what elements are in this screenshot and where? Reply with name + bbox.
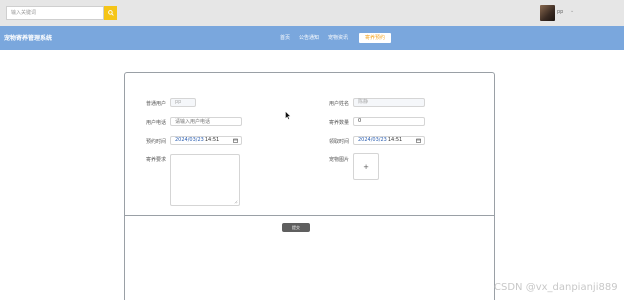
pickup-time-field[interactable]: 2024/03/23 14:51 — [353, 136, 425, 145]
resize-handle-icon[interactable] — [234, 200, 238, 204]
submit-button[interactable]: 提交 — [282, 223, 310, 232]
form-divider — [124, 215, 495, 216]
nav-item-booking[interactable]: 寄养预约 — [359, 33, 392, 43]
pickup-time-label: 领取时间 — [329, 139, 350, 145]
quantity-label: 寄养数量 — [329, 120, 350, 126]
appoint-date-value: 2024/03/23 — [175, 137, 204, 143]
chevron-down-icon[interactable]: ⌄ — [570, 8, 574, 14]
brand-title: 宠物寄养管理系统 — [4, 35, 53, 42]
account-label: 普通用户 — [146, 101, 167, 107]
photo-upload[interactable]: + — [353, 153, 379, 180]
search-box — [6, 6, 117, 20]
pickup-date-value: 2024/03/23 — [358, 137, 387, 143]
search-input[interactable] — [6, 6, 104, 20]
username[interactable]: pp — [557, 9, 563, 15]
account-field[interactable]: pp — [170, 98, 196, 107]
calendar-icon[interactable] — [233, 138, 238, 143]
pet-photo-label: 宠物图片 — [329, 157, 350, 163]
search-icon — [107, 10, 114, 16]
top-bar: pp ⌄ — [0, 0, 624, 26]
main-nav: 首页 公告通知 宠物资讯 寄养预约 — [280, 32, 400, 44]
phone-field[interactable] — [170, 117, 242, 126]
name-label: 用户姓名 — [329, 101, 350, 107]
search-button[interactable] — [104, 6, 117, 20]
nav-item-home[interactable]: 首页 — [280, 32, 290, 44]
nav-item-notices[interactable]: 公告通知 — [299, 32, 319, 44]
mouse-cursor-icon — [285, 111, 291, 120]
appoint-time-value: 14:51 — [204, 137, 220, 143]
appoint-time-label: 预约时间 — [146, 139, 167, 145]
requirements-textarea[interactable] — [170, 154, 240, 206]
nav-item-news[interactable]: 宠物资讯 — [328, 32, 348, 44]
requirements-label: 寄养要求 — [146, 157, 167, 163]
appoint-time-field[interactable]: 2024/03/23 14:51 — [170, 136, 242, 145]
phone-label: 用户电话 — [146, 120, 167, 126]
avatar[interactable] — [540, 5, 555, 21]
quantity-field[interactable]: 0 — [353, 117, 425, 126]
pickup-time-value: 14:51 — [387, 137, 403, 143]
watermark-text: CSDN @vx_danpianji889 — [494, 282, 618, 293]
navbar: 宠物寄养管理系统 首页 公告通知 宠物资讯 寄养预约 — [0, 26, 624, 50]
calendar-icon[interactable] — [416, 138, 421, 143]
name-field[interactable]: 陈静 — [353, 98, 425, 107]
